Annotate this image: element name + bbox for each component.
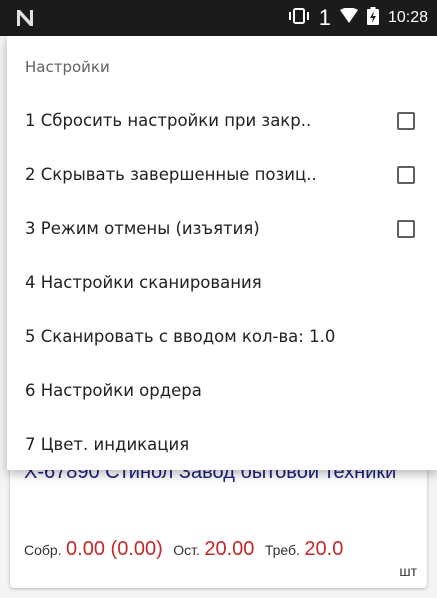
cancel-mode-checkbox[interactable] [397,220,415,238]
menu-item-label: 4 Настройки сканирования [25,272,262,292]
menu-item-label: 6 Настройки ордера [25,380,202,400]
menu-item-cancel-mode[interactable]: 3 Режим отмены (изъятия) [7,202,437,254]
menu-item-reset-settings[interactable]: 1 Сбросить настройки при закр.. [7,94,437,146]
menu-title: Настройки [25,58,110,76]
vibrate-icon [288,7,310,29]
required-value: 20.0 [304,538,344,560]
menu-item-color-indication[interactable]: 7 Цвет. индикация [7,418,437,470]
status-bar: 1 10:28 [0,0,437,36]
clock-time: 10:28 [387,9,428,26]
menu-item-label: 7 Цвет. индикация [25,434,190,454]
reset-settings-checkbox[interactable] [397,112,415,130]
remaining-label: Ост. [173,542,200,558]
menu-item-scan-settings[interactable]: 4 Настройки сканирования [7,256,437,308]
sim-number: 1 [318,5,331,30]
menu-item-label: 1 Сбросить настройки при закр.. [25,110,312,130]
required-label: Треб. [264,542,300,558]
collected-value: 0.00 (0.00) [66,538,163,560]
remaining-value: 20.00 [204,538,255,560]
wifi-icon [339,7,358,28]
menu-item-hide-completed[interactable]: 2 Скрывать завершенные позиц.. [7,148,437,200]
unit-label: шт [399,563,417,579]
menu-item-order-settings[interactable]: 6 Настройки ордера [7,364,437,416]
settings-menu: Настройки 1 Сбросить настройки при закр.… [7,36,437,470]
battery-charging-icon [366,6,379,30]
hide-completed-checkbox[interactable] [397,166,415,184]
menu-item-scan-with-quantity[interactable]: 5 Сканировать с вводом кол-ва: 1.0 [7,310,437,362]
quantity-row: Собр. 0.00 (0.00) Ост. 20.00 Треб. 20.0 [24,538,424,561]
menu-item-label: 5 Сканировать с вводом кол-ва: 1.0 [25,326,336,346]
menu-item-label: 2 Скрывать завершенные позиц.. [25,164,317,184]
n-logo-icon [16,9,34,31]
product-card[interactable]: Х-67890 Стинол Завод бытовой техники Соб… [10,450,427,588]
collected-label: Собр. [24,542,62,558]
menu-item-label: 3 Режим отмены (изъятия) [25,218,260,238]
